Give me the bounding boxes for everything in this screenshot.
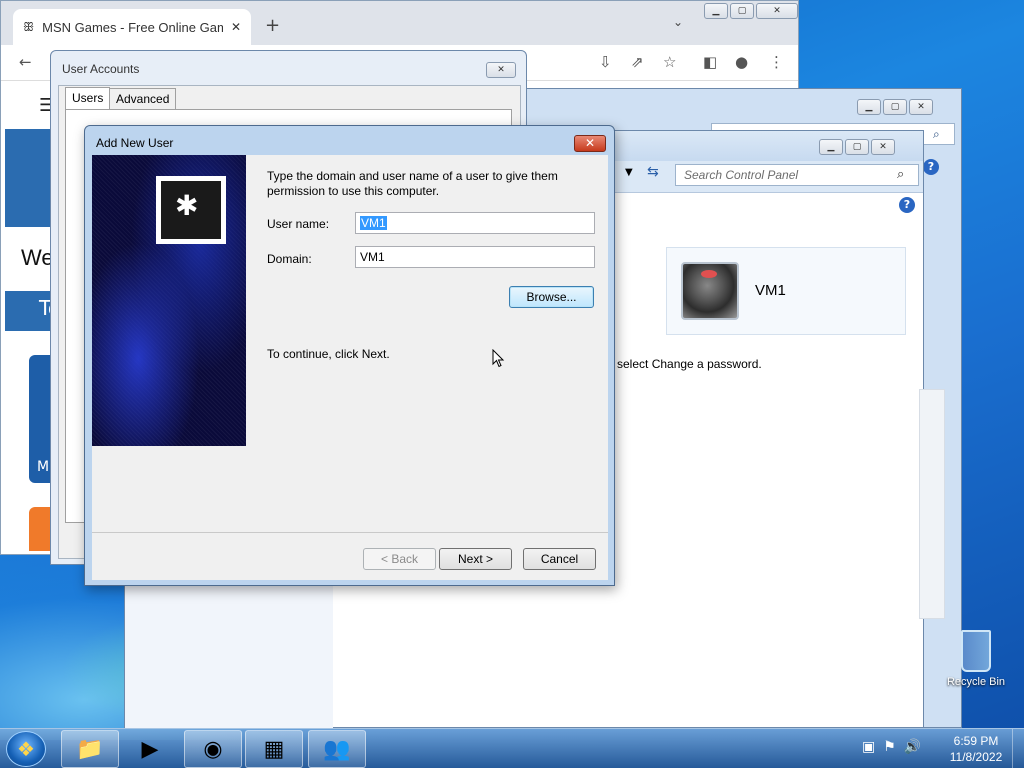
username-input[interactable]: VM1 — [355, 212, 595, 234]
profile-avatar-icon[interactable]: ● — [735, 53, 748, 71]
side-panel-icon[interactable]: ◧ — [703, 53, 717, 71]
help-icon[interactable]: ? — [923, 159, 939, 175]
back-arrow-icon[interactable]: ← — [19, 53, 32, 71]
minimize-button[interactable]: ▁ — [819, 139, 843, 155]
recycle-bin-icon — [961, 630, 991, 672]
next-button[interactable]: Next > — [439, 548, 512, 570]
volume-icon[interactable]: 🔊 — [904, 739, 921, 755]
bookmark-star-icon[interactable]: ☆ — [663, 53, 676, 71]
close-button[interactable]: ✕ — [909, 99, 933, 115]
user-account-tile[interactable]: VM1 — [666, 247, 906, 335]
network-icon[interactable]: ▣ — [862, 739, 875, 755]
browser-tab-title: MSN Games - Free Online Games — [42, 19, 223, 35]
maximize-button[interactable]: ▢ — [730, 3, 754, 19]
add-new-user-dialog: Add New User ✕ Type the domain and user … — [84, 125, 615, 586]
help-icon[interactable]: ? — [899, 197, 915, 213]
domain-input[interactable]: VM1 — [355, 246, 595, 268]
minimize-button[interactable]: ▁ — [857, 99, 881, 115]
dialog-title: User Accounts — [62, 62, 140, 76]
tab-close-icon[interactable]: ✕ — [231, 20, 241, 34]
mouse-cursor-icon — [492, 349, 505, 368]
close-button[interactable]: ✕ — [574, 135, 606, 152]
media-player-icon[interactable]: ▶ — [121, 730, 179, 768]
cp-back-window-controls: ▁ ▢ ✕ — [857, 99, 933, 115]
search-icon[interactable]: ⌕ — [933, 127, 940, 142]
close-button[interactable]: ✕ — [486, 62, 516, 78]
clock-date: 11/8/2022 — [949, 750, 1003, 764]
system-tray: ▣ ⚑ 🔊 — [862, 739, 921, 755]
tab-search-chevron-icon[interactable]: ⌄ — [673, 15, 683, 29]
close-button[interactable]: ✕ — [756, 3, 798, 19]
refresh-icon[interactable]: ⇆ — [647, 164, 659, 180]
action-center-flag-icon[interactable]: ⚑ — [883, 739, 896, 755]
page-nav-bar: To — [5, 291, 60, 331]
avatar — [681, 262, 739, 320]
recycle-bin-label: Recycle Bin — [946, 676, 1006, 688]
browse-button[interactable]: Browse... — [509, 286, 594, 308]
continue-text: To continue, click Next. — [267, 347, 390, 361]
dialog-title: Add New User — [96, 136, 174, 150]
search-icon[interactable]: ⌕ — [897, 167, 904, 182]
maximize-button[interactable]: ▢ — [883, 99, 907, 115]
msn-butterfly-icon: ꕥ — [23, 19, 35, 34]
dialog-separator — [92, 532, 608, 533]
control-panel-icon[interactable]: ▦ — [245, 730, 303, 768]
minimize-button[interactable]: ▁ — [704, 3, 728, 19]
back-button[interactable]: < Back — [363, 548, 436, 570]
maximize-button[interactable]: ▢ — [845, 139, 869, 155]
instructions-text: Type the domain and user name of a user … — [267, 169, 558, 198]
page-banner — [5, 129, 55, 227]
browser-tabbar: ꕥ MSN Games - Free Online Games ✕ + ⌄ ▁ … — [1, 1, 798, 45]
domain-value: VM1 — [360, 250, 385, 264]
browser-window-controls: ▁ ▢ ✕ — [704, 3, 798, 19]
cancel-button[interactable]: Cancel — [523, 548, 596, 570]
change-password-hint: d select Change a password. — [607, 357, 762, 371]
taskbar: 📁 ▶ ◉ ▦ 👥 ▣ ⚑ 🔊 6:59 PM 11/8/2022 — [0, 728, 1024, 768]
close-button[interactable]: ✕ — [871, 139, 895, 155]
cp-right-panel — [919, 389, 945, 619]
start-button[interactable] — [6, 731, 46, 767]
install-icon[interactable]: ⇩ — [599, 53, 612, 71]
menu-kebab-icon[interactable]: ⋮ — [769, 53, 784, 71]
username-value: VM1 — [360, 216, 387, 230]
cp-window-controls: ▁ ▢ ✕ — [819, 139, 895, 155]
search-control-panel-input[interactable]: Search Control Panel — [675, 164, 919, 186]
clock-time: 6:59 PM — [953, 734, 999, 748]
address-dropdown-icon[interactable]: ▼ — [625, 167, 633, 178]
share-icon[interactable]: ⇗ — [631, 53, 644, 71]
file-explorer-icon[interactable]: 📁 — [61, 730, 119, 768]
domain-label: Domain: — [267, 252, 312, 266]
username-label: User name: — [267, 217, 330, 231]
show-desktop-button[interactable] — [1012, 729, 1024, 768]
user-key-icon — [156, 176, 226, 244]
tab-users[interactable]: Users — [65, 87, 111, 111]
page-heading-partial: We — [21, 245, 54, 270]
user-accounts-icon[interactable]: 👥 — [308, 730, 366, 768]
browser-tab[interactable]: ꕥ MSN Games - Free Online Games ✕ — [13, 9, 251, 45]
new-tab-button[interactable]: + — [265, 15, 280, 36]
dialog-body: Type the domain and user name of a user … — [92, 155, 608, 580]
tab-advanced[interactable]: Advanced — [109, 88, 177, 110]
chrome-icon[interactable]: ◉ — [184, 730, 242, 768]
account-name: VM1 — [755, 282, 786, 299]
recycle-bin[interactable]: Recycle Bin — [940, 630, 1012, 688]
game-card-label-partial: M — [37, 459, 50, 475]
wizard-banner-image — [92, 155, 246, 446]
clock[interactable]: 6:59 PM 11/8/2022 — [944, 733, 1008, 765]
